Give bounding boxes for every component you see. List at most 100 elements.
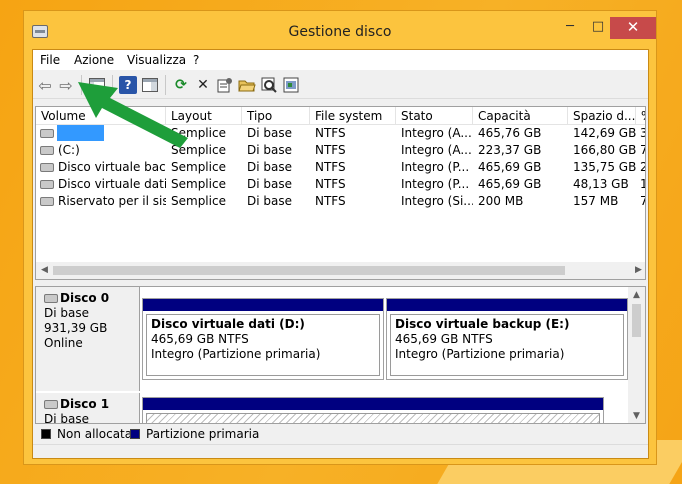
partition-size: 465,69 GB NTFS	[395, 332, 493, 346]
toolbar-separator	[165, 75, 166, 95]
back-arrow-icon[interactable]: ⇦	[36, 76, 54, 95]
table-row[interactable]: Disco virtuale backup (E:) Semplice Di b…	[36, 159, 645, 176]
disk-1-info[interactable]: Disco 1 Di base	[36, 393, 140, 423]
cell-percent: 3	[640, 125, 645, 142]
cell-spazio: 135,75 GB	[573, 160, 637, 174]
column-header-volume[interactable]: Volume	[36, 107, 166, 125]
legend-unallocated-label: Non allocata	[57, 427, 133, 441]
cell-spazio: 157 MB	[573, 194, 619, 208]
forward-arrow-icon[interactable]: ⇨	[57, 76, 75, 95]
table-row[interactable]: Semplice Di base NTFS Integro (A... 465,…	[36, 125, 645, 142]
cell-percent: 7	[640, 193, 645, 210]
partition-details: Disco virtuale backup (E:) 465,69 GB NTF…	[390, 314, 624, 376]
delete-icon[interactable]: ✕	[194, 76, 212, 94]
cell-tipo: Di base	[247, 160, 292, 174]
partition-bar	[143, 299, 383, 311]
cell-layout: Semplice	[171, 194, 226, 208]
disk-management-window: Gestione disco ─ □ ✕ File Azione Visuali…	[23, 10, 657, 465]
cell-stato: Integro (P...	[401, 177, 470, 191]
column-header-file-system[interactable]: File system	[310, 107, 396, 125]
menu-bar: File Azione Visualizza ?	[33, 50, 648, 70]
partition-disco-virtuale-dati[interactable]: Disco virtuale dati (D:) 465,69 GB NTFS …	[142, 298, 384, 380]
cell-file-system: NTFS	[315, 160, 346, 174]
horizontal-scrollbar[interactable]: ◀ ▶	[36, 262, 645, 279]
partition-disco-virtuale-backup[interactable]: Disco virtuale backup (E:) 465,69 GB NTF…	[386, 298, 628, 380]
disk-0-status: Online	[44, 336, 83, 350]
menu-file[interactable]: File	[40, 53, 60, 67]
cell-volume: Disco virtuale dati (D:)	[58, 177, 166, 191]
disk-1-name: Disco 1	[60, 397, 110, 411]
column-header-tipo[interactable]: Tipo	[242, 107, 310, 125]
cell-stato: Integro (A...	[401, 126, 472, 140]
scroll-left-icon[interactable]: ◀	[36, 262, 53, 279]
column-header-capacita[interactable]: Capacità	[473, 107, 568, 125]
disk-0-size: 931,39 GB	[44, 321, 108, 335]
menu-azione[interactable]: Azione	[74, 53, 114, 67]
cell-spazio: 142,69 GB	[573, 126, 637, 140]
cell-tipo: Di base	[247, 126, 292, 140]
cell-capacita: 200 MB	[478, 194, 524, 208]
console-properties-icon[interactable]	[141, 76, 159, 94]
cell-volume: (C:)	[58, 143, 80, 157]
partition-bar	[387, 299, 627, 311]
partition-details: Disco virtuale dati (D:) 465,69 GB NTFS …	[146, 314, 380, 376]
refresh-icon[interactable]: ⟳	[172, 76, 190, 94]
cell-file-system: NTFS	[315, 143, 346, 157]
cell-stato: Integro (A...	[401, 143, 472, 157]
show-hide-console-icon[interactable]	[88, 76, 106, 94]
drive-icon	[40, 163, 54, 172]
disk-map-pane: Disco 0 Di base 931,39 GB Online Disco v…	[35, 286, 646, 424]
column-header-stato[interactable]: Stato	[396, 107, 473, 125]
toolbar: ⇦ ⇨ ? ⟳ ✕	[33, 71, 648, 99]
selected-volume-name[interactable]	[57, 125, 104, 141]
partition-disco-1[interactable]	[142, 397, 604, 423]
rescan-disks-icon[interactable]	[260, 76, 278, 94]
column-header-percent[interactable]: %	[636, 107, 645, 125]
minimize-button[interactable]: ─	[555, 17, 585, 39]
table-row[interactable]: Riservato per il sistema Semplice Di bas…	[36, 193, 645, 210]
open-icon[interactable]	[238, 76, 256, 94]
horizontal-scroll-thumb[interactable]	[53, 266, 565, 275]
vertical-scrollbar[interactable]: ▲ ▼	[628, 287, 645, 423]
partition-title: Disco virtuale backup (E:)	[395, 317, 570, 331]
maximize-button[interactable]: □	[585, 17, 611, 39]
cell-spazio: 166,80 GB	[573, 143, 637, 157]
menu-visualizza[interactable]: Visualizza	[127, 53, 186, 67]
help-icon[interactable]: ?	[119, 76, 137, 94]
scroll-right-icon[interactable]: ▶	[630, 262, 645, 279]
cell-percent: 2	[640, 159, 645, 176]
column-header-spazio[interactable]: Spazio d...	[568, 107, 636, 125]
drive-icon	[40, 197, 54, 206]
disk-0-info[interactable]: Disco 0 Di base 931,39 GB Online	[36, 287, 140, 391]
properties-icon[interactable]	[216, 76, 234, 94]
title-bar[interactable]: Gestione disco ─ □ ✕	[24, 11, 656, 49]
cell-file-system: NTFS	[315, 194, 346, 208]
drive-icon	[40, 146, 54, 155]
menu-help[interactable]: ?	[193, 53, 199, 67]
status-bar	[33, 444, 648, 458]
column-header-layout[interactable]: Layout	[166, 107, 242, 125]
disk-0-type: Di base	[44, 306, 89, 320]
cell-stato: Integro (Si...	[401, 194, 473, 208]
close-button[interactable]: ✕	[610, 17, 656, 39]
scroll-down-icon[interactable]: ▼	[628, 408, 645, 423]
drive-icon	[40, 180, 54, 189]
cell-volume: Disco virtuale backup (E:)	[58, 160, 166, 174]
partition-bar	[143, 398, 603, 410]
vertical-scroll-thumb[interactable]	[632, 304, 641, 337]
cell-capacita: 465,69 GB	[478, 160, 542, 174]
cell-capacita: 465,76 GB	[478, 126, 542, 140]
scroll-up-icon[interactable]: ▲	[628, 287, 645, 304]
cell-file-system: NTFS	[315, 177, 346, 191]
table-row[interactable]: Disco virtuale dati (D:) Semplice Di bas…	[36, 176, 645, 193]
help-topics-icon[interactable]	[282, 76, 300, 94]
partition-state: Integro (Partizione primaria)	[395, 347, 565, 361]
volume-table-header: Volume Layout Tipo File system Stato Cap…	[36, 107, 645, 125]
disk-0-name: Disco 0	[60, 291, 110, 305]
toolbar-separator	[81, 75, 82, 95]
cell-layout: Semplice	[171, 126, 226, 140]
cell-volume: Riservato per il sistema	[58, 194, 166, 208]
table-row[interactable]: (C:) Semplice Di base NTFS Integro (A...…	[36, 142, 645, 159]
legend-primary-swatch	[130, 429, 140, 439]
partition-title: Disco virtuale dati (D:)	[151, 317, 305, 331]
